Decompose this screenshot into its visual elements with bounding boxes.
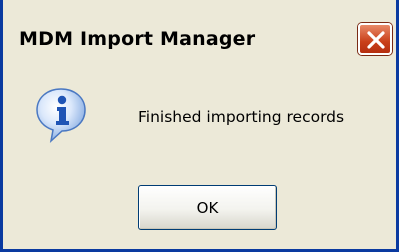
title-bar[interactable]: MDM Import Manager: [3, 0, 399, 60]
window-title: MDM Import Manager: [19, 28, 256, 50]
message-dialog: MDM Import Manager Finished importing re…: [0, 0, 399, 252]
info-icon: [33, 85, 89, 145]
close-icon: [367, 31, 385, 49]
dialog-message: Finished importing records: [138, 108, 345, 126]
ok-button[interactable]: OK: [138, 185, 277, 230]
close-button[interactable]: [358, 23, 392, 55]
